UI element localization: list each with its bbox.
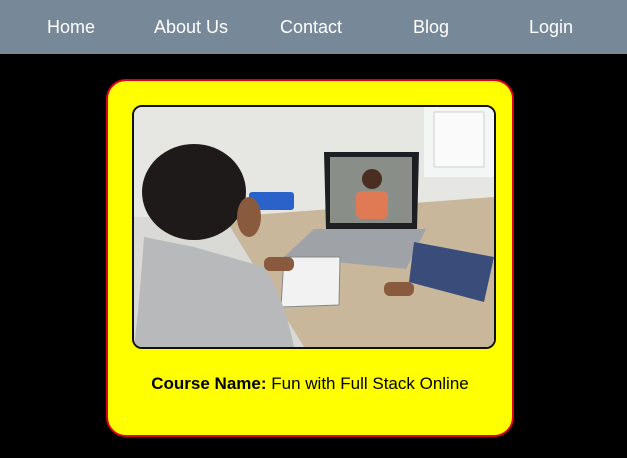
nav-about-link[interactable]: About Us — [131, 17, 251, 38]
course-caption: Course Name: Fun with Full Stack Online — [108, 374, 512, 394]
nav-home-link[interactable]: Home — [11, 17, 131, 38]
course-photo — [132, 105, 496, 349]
nav-login-link[interactable]: Login — [491, 17, 611, 38]
photo-icon — [134, 107, 494, 347]
course-card: Course Name: Fun with Full Stack Online — [106, 79, 514, 437]
top-navbar: Home About Us Contact Blog Login — [0, 0, 627, 54]
nav-contact-link[interactable]: Contact — [251, 17, 371, 38]
course-name-label: Course Name: — [151, 374, 267, 393]
nav-blog-link[interactable]: Blog — [371, 17, 491, 38]
course-name-value: Fun with Full Stack Online — [271, 374, 469, 393]
